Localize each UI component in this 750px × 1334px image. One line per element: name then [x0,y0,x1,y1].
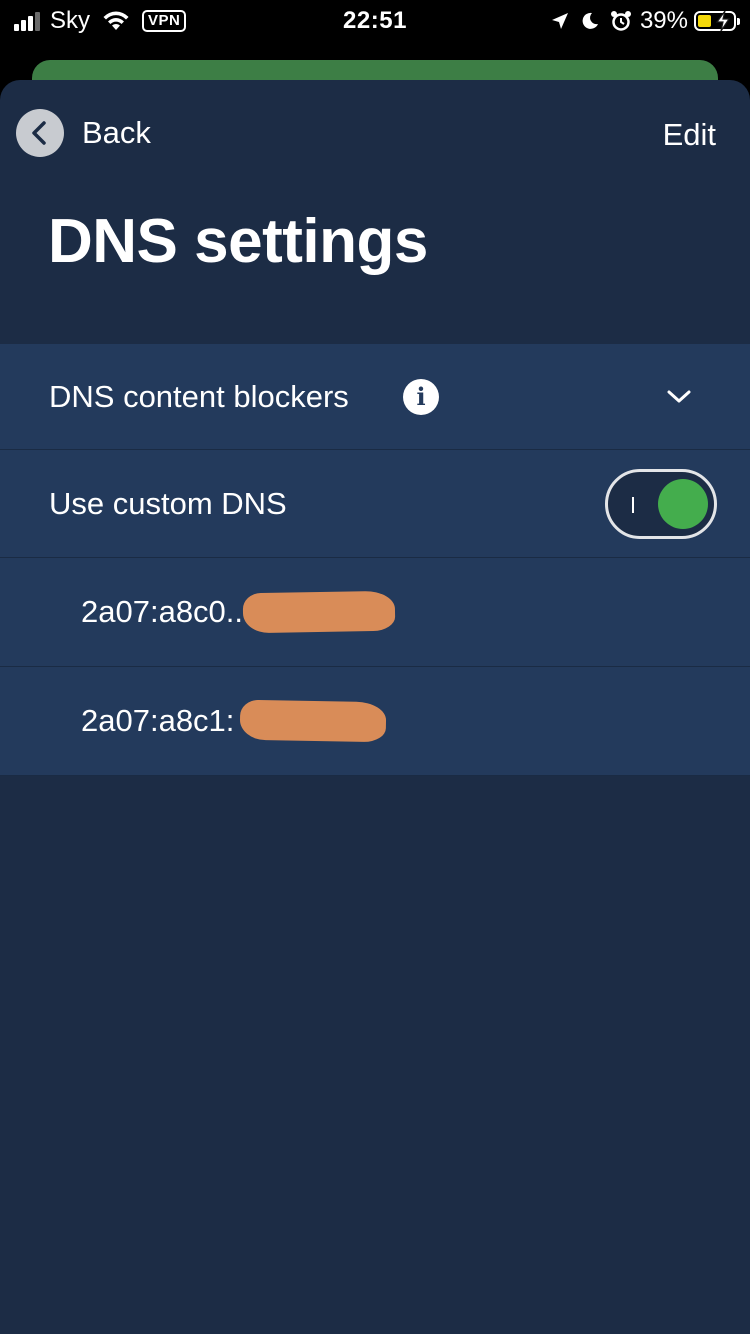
battery-icon [694,10,740,32]
screen: Sky VPN 22:51 39% Back Edit DNS settings… [0,0,750,1334]
dns-content-blockers-label: DNS content blockers [49,378,349,414]
dns-settings-sheet: Back Edit DNS settings DNS content block… [0,80,750,1334]
toggle-knob [658,478,708,529]
charging-bolt-icon [715,10,731,32]
location-arrow-icon [551,13,568,29]
dns-content-blockers-row[interactable]: DNS content blockers i [0,344,750,450]
dns-server-address[interactable]: 2a07:a8c1: [81,703,234,739]
moon-icon [582,12,598,29]
battery-percent: 39% [639,7,688,34]
chevron-down-icon[interactable] [666,389,692,405]
back-label[interactable]: Back [82,115,151,151]
battery-level-fill [698,15,711,27]
page-title: DNS settings [48,207,428,276]
dns-server-row[interactable]: 2a07:a8c0... [0,558,750,667]
back-button[interactable]: Back [16,108,151,158]
dns-server-row[interactable]: 2a07:a8c1: [0,667,750,776]
edit-button[interactable]: Edit [663,117,716,153]
alarm-icon [610,11,631,31]
redaction-mark [239,699,387,743]
custom-dns-toggle[interactable] [605,468,717,539]
use-custom-dns-label: Use custom DNS [49,485,287,521]
toggle-on-indicator [632,496,634,513]
redaction-mark [242,590,396,634]
settings-list: DNS content blockers i Use custom DNS 2a… [0,344,750,776]
back-chevron-icon[interactable] [16,109,64,157]
status-right: 39% [540,6,740,36]
status-bar: Sky VPN 22:51 39% [0,0,750,42]
dns-server-address[interactable]: 2a07:a8c0... [81,594,252,630]
info-icon[interactable]: i [403,378,439,415]
use-custom-dns-row: Use custom DNS [0,450,750,558]
navigation-bar: Back Edit [0,80,750,190]
